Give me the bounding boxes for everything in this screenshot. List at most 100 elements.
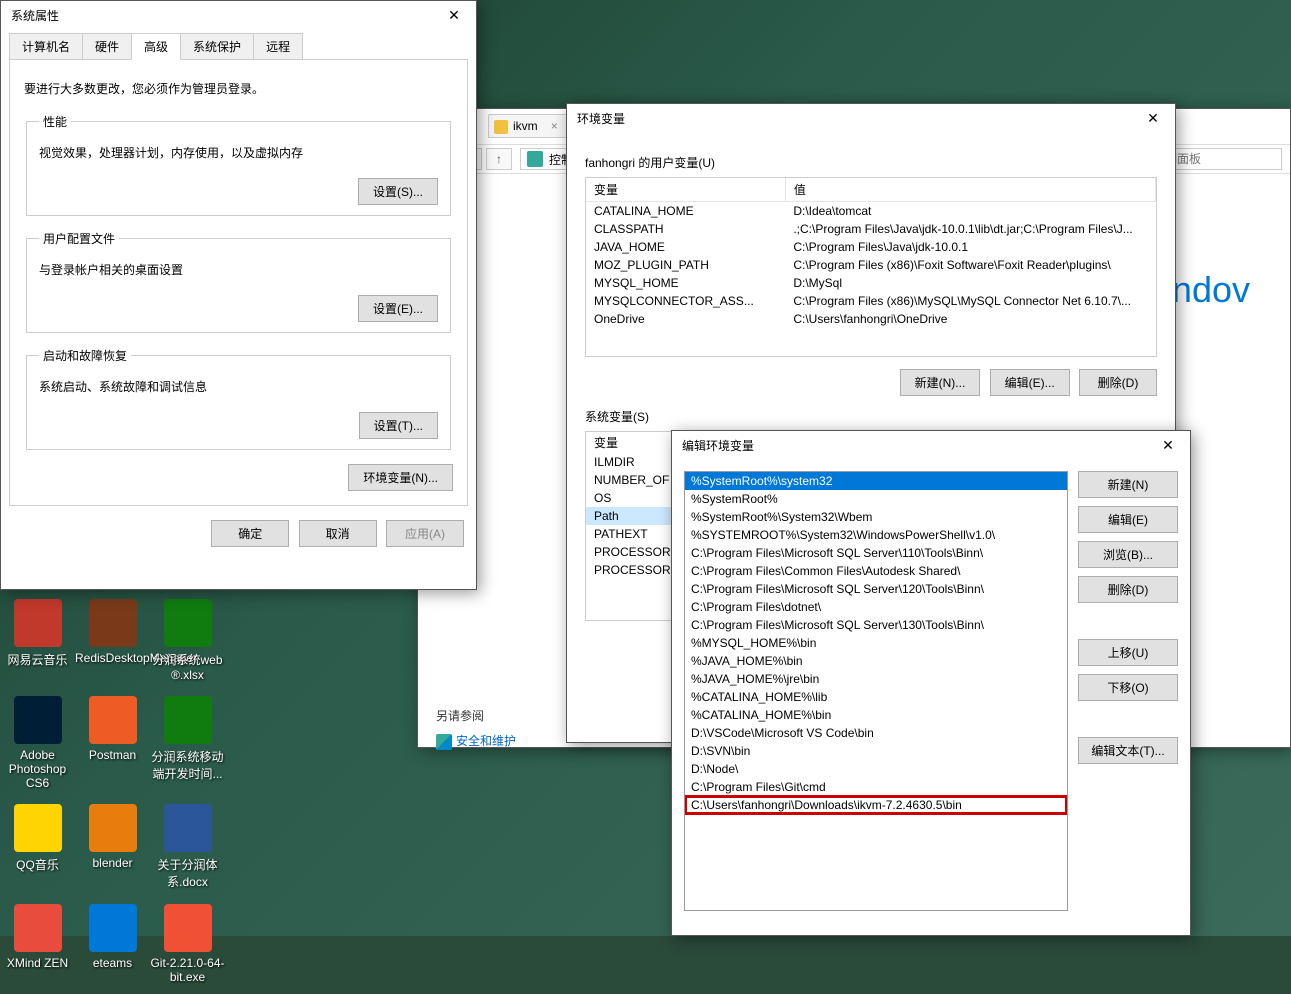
icon-label: XMind ZEN	[0, 956, 75, 970]
user-delete-button[interactable]: 删除(D)	[1079, 369, 1157, 396]
list-item[interactable]: %JAVA_HOME%\bin	[685, 652, 1067, 670]
list-item[interactable]: %SystemRoot%\System32\Wbem	[685, 508, 1067, 526]
edit-button[interactable]: 编辑(E)	[1078, 506, 1178, 533]
close-icon[interactable]: ✕	[1148, 432, 1188, 458]
list-item[interactable]: C:\Users\fanhongri\Downloads\ikvm-7.2.46…	[685, 796, 1067, 814]
list-item[interactable]: %SystemRoot%\system32	[685, 472, 1067, 490]
desktop-icon[interactable]: Postman	[75, 692, 150, 790]
explorer-tab[interactable]: ikvm ×	[488, 114, 577, 138]
desktop-icon[interactable]: XMind ZEN	[0, 900, 75, 984]
list-item[interactable]: C:\Program Files\Microsoft SQL Server\12…	[685, 580, 1067, 598]
profile-settings-button[interactable]: 设置(E)...	[358, 295, 438, 322]
edit-env-var-window: 编辑环境变量 ✕ %SystemRoot%\system32%SystemRoo…	[671, 430, 1191, 936]
user-edit-button[interactable]: 编辑(E)...	[990, 369, 1070, 396]
list-item[interactable]: D:\Node\	[685, 760, 1067, 778]
list-item[interactable]: D:\SVN\bin	[685, 742, 1067, 760]
list-item[interactable]: %JAVA_HOME%\jre\bin	[685, 670, 1067, 688]
app-icon	[164, 804, 212, 852]
list-item[interactable]: C:\Program Files\Microsoft SQL Server\11…	[685, 544, 1067, 562]
list-item[interactable]: %MYSQL_HOME%\bin	[685, 634, 1067, 652]
perf-settings-button[interactable]: 设置(S)...	[358, 178, 438, 205]
icon-label: Git-2.21.0-64-bit.exe	[150, 956, 225, 984]
desktop-icon[interactable]: 分润系统web ®.xlsx	[150, 595, 225, 682]
icon-label: RedisDesktopManager	[75, 651, 150, 665]
see-also-header: 另请参阅	[436, 707, 516, 724]
delete-button[interactable]: 删除(D)	[1078, 576, 1178, 603]
tab-close-icon[interactable]: ×	[551, 119, 558, 133]
close-icon[interactable]: ✕	[1133, 105, 1173, 131]
icon-label: 分润系统web ®.xlsx	[150, 651, 225, 682]
desktop-icon[interactable]: Git-2.21.0-64-bit.exe	[150, 900, 225, 984]
icon-label: QQ音乐	[0, 856, 75, 873]
table-row[interactable]: CLASSPATH.;C:\Program Files\Java\jdk-10.…	[586, 220, 1156, 238]
table-row[interactable]: CATALINA_HOMED:\Idea\tomcat	[586, 202, 1156, 221]
env-vars-button[interactable]: 环境变量(N)...	[348, 464, 453, 491]
list-item[interactable]: C:\Program Files\Common Files\Autodesk S…	[685, 562, 1067, 580]
user-new-button[interactable]: 新建(N)...	[900, 369, 981, 396]
startup-group: 启动和故障恢复 系统启动、系统故障和调试信息 设置(T)...	[26, 347, 451, 450]
desktop-icon[interactable]: RedisDesktopManager	[75, 595, 150, 682]
icon-label: Postman	[75, 748, 150, 762]
list-item[interactable]: %CATALINA_HOME%\lib	[685, 688, 1067, 706]
table-row[interactable]: MYSQLCONNECTOR_ASS...C:\Program Files (x…	[586, 292, 1156, 310]
cancel-button[interactable]: 取消	[299, 520, 377, 547]
tab-系统保护[interactable]: 系统保护	[180, 33, 254, 60]
tab-硬件[interactable]: 硬件	[82, 33, 132, 60]
desktop-icon[interactable]: eteams	[75, 900, 150, 984]
path-listbox[interactable]: %SystemRoot%\system32%SystemRoot%%System…	[684, 471, 1068, 911]
app-icon	[14, 599, 62, 647]
table-row[interactable]: MYSQL_HOMED:\MySql	[586, 274, 1156, 292]
ok-button[interactable]: 确定	[211, 520, 289, 547]
browse-button[interactable]: 浏览(B)...	[1078, 541, 1178, 568]
desktop-icons: 网易云音乐RedisDesktopManager分润系统web ®.xlsx Ad…	[0, 595, 230, 994]
shield-icon	[436, 734, 452, 750]
profile-group: 用户配置文件 与登录帐户相关的桌面设置 设置(E)...	[26, 230, 451, 333]
list-item[interactable]: D:\VSCode\Microsoft VS Code\bin	[685, 724, 1067, 742]
list-item[interactable]: %SystemRoot%	[685, 490, 1067, 508]
new-button[interactable]: 新建(N)	[1078, 471, 1178, 498]
desktop-icon[interactable]: 分润系统移动端开发时间...	[150, 692, 225, 790]
list-item[interactable]: C:\Program Files\Microsoft SQL Server\13…	[685, 616, 1067, 634]
th-variable[interactable]: 变量	[586, 178, 785, 202]
list-item[interactable]: %CATALINA_HOME%\bin	[685, 706, 1067, 724]
desktop-icon[interactable]: 网易云音乐	[0, 595, 75, 682]
list-item[interactable]: C:\Program Files\dotnet\	[685, 598, 1067, 616]
performance-group: 性能 视觉效果，处理器计划，内存使用，以及虚拟内存 设置(S)...	[26, 113, 451, 216]
table-row[interactable]: MOZ_PLUGIN_PATHC:\Program Files (x86)\Fo…	[586, 256, 1156, 274]
desktop-icon[interactable]: blender	[75, 800, 150, 890]
tab-远程[interactable]: 远程	[253, 33, 303, 60]
table-row[interactable]: OneDriveC:\Users\fanhongri\OneDrive	[586, 310, 1156, 328]
desktop-icon[interactable]: 关于分润体系.docx	[150, 800, 225, 890]
user-vars-table[interactable]: 变量 值 CATALINA_HOMED:\Idea\tomcatCLASSPAT…	[585, 177, 1157, 357]
icon-label: blender	[75, 856, 150, 870]
security-link[interactable]: 安全和维护	[436, 732, 516, 750]
app-icon	[164, 904, 212, 952]
move-up-button[interactable]: 上移(U)	[1078, 639, 1178, 666]
nav-up-icon[interactable]: ↑	[486, 148, 512, 170]
profile-legend: 用户配置文件	[39, 230, 119, 247]
apply-button[interactable]: 应用(A)	[386, 520, 464, 547]
user-vars-label: fanhongri 的用户变量(U)	[585, 154, 1157, 171]
list-item[interactable]: %SYSTEMROOT%\System32\WindowsPowerShell\…	[685, 526, 1067, 544]
app-icon	[89, 599, 137, 647]
close-icon[interactable]: ✕	[434, 2, 474, 28]
app-icon	[14, 804, 62, 852]
tab-计算机名[interactable]: 计算机名	[9, 33, 83, 60]
system-properties-window: 系统属性 ✕ 计算机名硬件高级系统保护远程 要进行大多数更改，您必须作为管理员登…	[0, 0, 477, 590]
app-icon	[14, 904, 62, 952]
desktop-icon[interactable]: Adobe Photoshop CS6	[0, 692, 75, 790]
startup-settings-button[interactable]: 设置(T)...	[359, 412, 438, 439]
profile-desc: 与登录帐户相关的桌面设置	[39, 261, 438, 278]
move-down-button[interactable]: 下移(O)	[1078, 674, 1178, 701]
table-row[interactable]: JAVA_HOMEC:\Program Files\Java\jdk-10.0.…	[586, 238, 1156, 256]
perf-desc: 视觉效果，处理器计划，内存使用，以及虚拟内存	[39, 144, 438, 161]
th-value[interactable]: 值	[785, 178, 1155, 202]
desktop-icon[interactable]: QQ音乐	[0, 800, 75, 890]
window-title: 环境变量	[577, 110, 625, 127]
sys-vars-label: 系统变量(S)	[585, 408, 1157, 425]
list-item[interactable]: C:\Program Files\Git\cmd	[685, 778, 1067, 796]
tab-高级[interactable]: 高级	[131, 33, 181, 60]
startup-desc: 系统启动、系统故障和调试信息	[39, 378, 438, 395]
edit-text-button[interactable]: 编辑文本(T)...	[1078, 737, 1178, 764]
cp-icon	[527, 151, 543, 167]
